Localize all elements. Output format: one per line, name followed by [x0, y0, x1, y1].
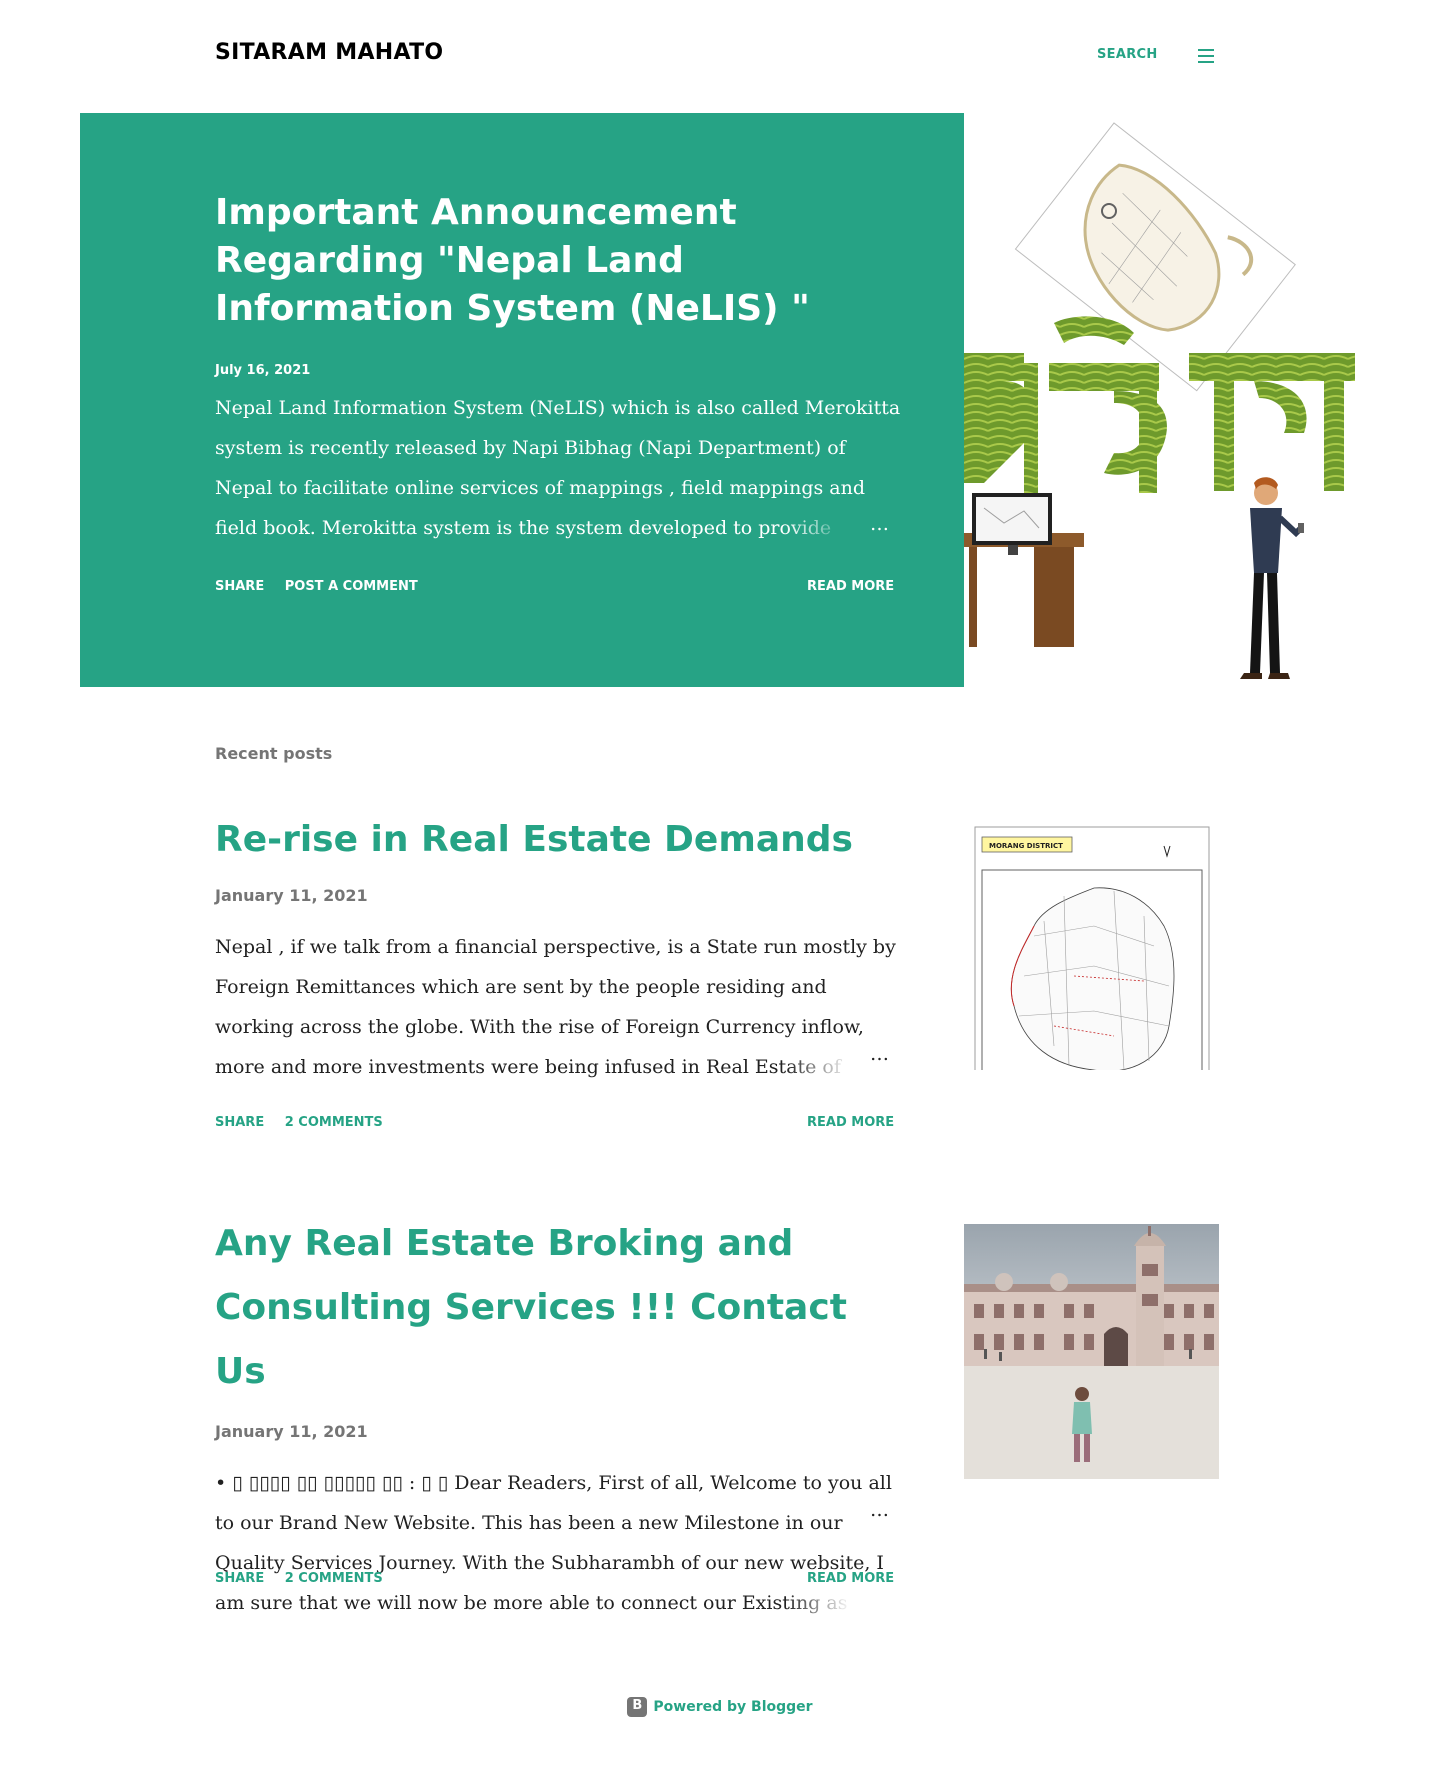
share-button[interactable]: SHARE: [215, 579, 264, 594]
merokitta-illustration: [964, 122, 1355, 679]
post-title[interactable]: Any Real Estate Broking and Consulting S…: [215, 1212, 895, 1404]
blogger-icon: [627, 1697, 648, 1717]
post-thumbnail[interactable]: [964, 1224, 1219, 1479]
read-more-link[interactable]: READ MORE: [807, 579, 894, 594]
comments-link[interactable]: 2 COMMENTS: [285, 1115, 383, 1130]
district-map-image: MORANG DISTRICT: [974, 826, 1210, 1070]
share-button[interactable]: SHARE: [215, 1571, 264, 1586]
featured-post-date[interactable]: July 16, 2021: [215, 363, 310, 378]
post-snippet: • ▯ ▯▯▯▯ ▯▯ ▯▯▯▯▯ ▯▯ : ▯ ▯ Dear Readers,…: [215, 1463, 905, 1623]
post-date[interactable]: January 11, 2021: [215, 886, 915, 905]
share-button[interactable]: SHARE: [215, 1115, 264, 1130]
palace-photo: [964, 1224, 1219, 1479]
post-comment-link[interactable]: POST A COMMENT: [285, 579, 418, 594]
post-title[interactable]: Re-rise in Real Estate Demands: [215, 808, 895, 872]
post-item: Any Real Estate Broking and Consulting S…: [215, 1212, 915, 1623]
post-thumbnail[interactable]: MORANG DISTRICT: [974, 826, 1210, 1070]
featured-post-image[interactable]: [964, 113, 1355, 687]
post-actions: SHARE 2 COMMENTS: [215, 1571, 399, 1586]
post-ellipsis: …: [870, 1043, 889, 1065]
featured-post-snippet: Nepal Land Information System (NeLIS) wh…: [215, 388, 905, 548]
site-title[interactable]: SITARAM MAHATO: [215, 40, 443, 65]
search-button[interactable]: SEARCH: [1097, 47, 1158, 62]
featured-post-ellipsis: …: [870, 513, 889, 535]
post-ellipsis: …: [870, 1499, 889, 1521]
map-legend-title: MORANG DISTRICT: [989, 842, 1063, 850]
comments-link[interactable]: 2 COMMENTS: [285, 1571, 383, 1586]
featured-post-actions: SHARE POST A COMMENT: [215, 579, 434, 594]
post-date[interactable]: January 11, 2021: [215, 1422, 915, 1441]
featured-post: Important Announcement Regarding "Nepal …: [80, 113, 964, 687]
hamburger-menu-icon[interactable]: [1196, 48, 1216, 64]
read-more-link[interactable]: READ MORE: [807, 1571, 894, 1586]
snippet-fade: [785, 1583, 905, 1623]
powered-by-blogger-link[interactable]: Powered by Blogger: [653, 1699, 812, 1715]
post-snippet: Nepal , if we talk from a financial pers…: [215, 927, 905, 1087]
site-header: SITARAM MAHATO SEARCH: [0, 0, 1440, 112]
post-item: Re-rise in Real Estate Demands January 1…: [215, 808, 915, 1087]
post-actions: SHARE 2 COMMENTS: [215, 1115, 399, 1130]
recent-posts-heading: Recent posts: [215, 744, 333, 763]
featured-post-title[interactable]: Important Announcement Regarding "Nepal …: [215, 189, 895, 333]
footer: Powered by Blogger: [0, 1697, 1440, 1717]
read-more-link[interactable]: READ MORE: [807, 1115, 894, 1130]
